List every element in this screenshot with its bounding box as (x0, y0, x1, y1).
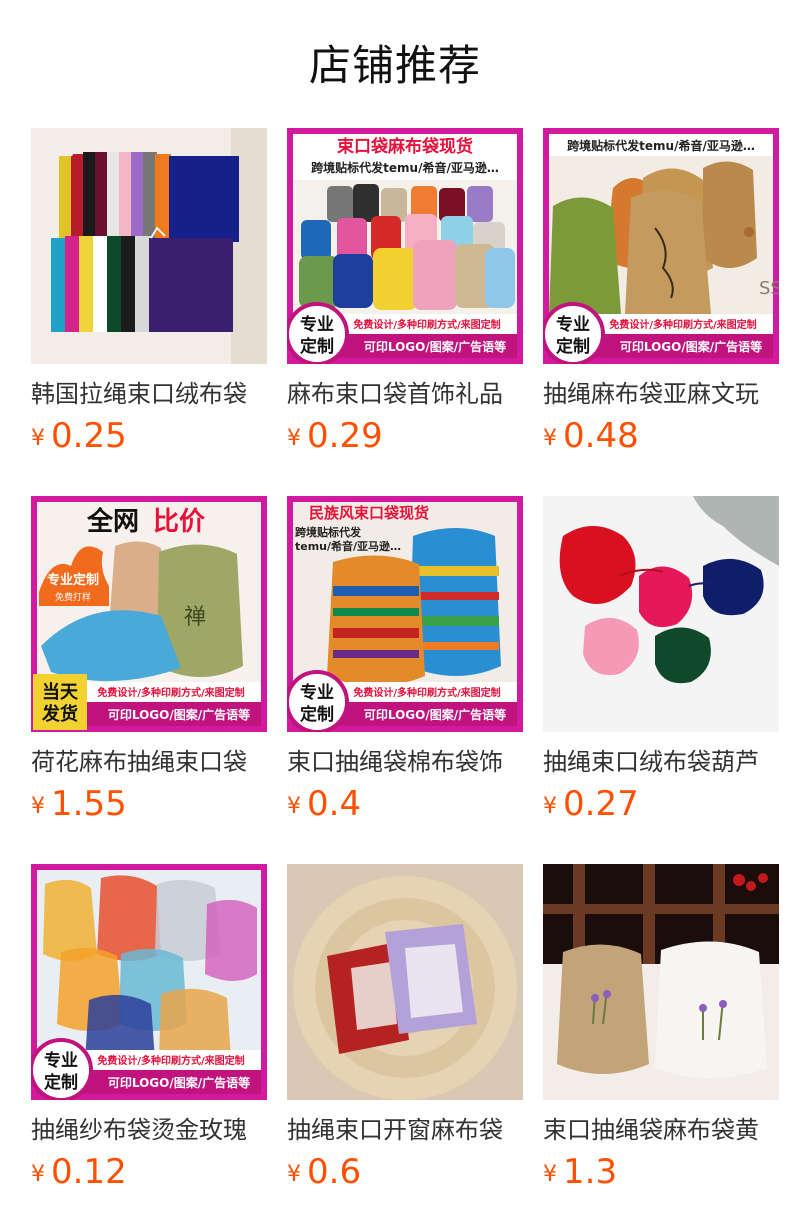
currency-symbol: ¥ (31, 426, 45, 451)
currency-symbol: ¥ (287, 426, 301, 451)
svg-text:专业: 专业 (44, 1050, 78, 1071)
banner-top-text: 民族风束口袋现货 (309, 504, 429, 522)
product-price: ¥0.29 (287, 414, 383, 458)
price-amount: 0.27 (563, 784, 639, 824)
linen-bags-photo: 跨境贴标代发temu/希音/亚马逊… SSC 免费设计/多种印刷方式/来图定制 … (543, 128, 779, 364)
banner-black-text: 全网 (86, 506, 139, 537)
product-name[interactable]: 抽绳束口开窗麻布袋 (287, 1112, 523, 1148)
product-card[interactable]: 全网 比价 专业定制 免费打样 禅 免费设计/多种印刷方式/来图定制 可印LOG… (31, 496, 267, 864)
product-image[interactable]: 免费设计/多种印刷方式/来图定制 可印LOGO/图案/广告语等 专业 定制 (31, 864, 267, 1100)
organza-bags-photo: 免费设计/多种印刷方式/来图定制 可印LOGO/图案/广告语等 专业 定制 (31, 864, 267, 1100)
banner-red-text: 比价 (153, 507, 206, 537)
product-price: ¥0.4 (287, 782, 361, 826)
price-amount: 1.3 (563, 1152, 618, 1192)
currency-symbol: ¥ (543, 426, 557, 451)
price-amount: 0.48 (563, 416, 639, 456)
product-name[interactable]: 抽绳麻布袋亚麻文玩 (543, 376, 779, 412)
strip-top-text: 免费设计/多种印刷方式/来图定制 (353, 686, 500, 699)
strip-top-text: 免费设计/多种印刷方式/来图定制 (97, 1054, 244, 1067)
product-card[interactable]: 束口袋麻布袋现货 跨境贴标代发temu/希音/亚马逊… 免费设计/多种印刷方式/… (287, 128, 523, 496)
strip-top-text: 免费设计/多种印刷方式/来图定制 (353, 318, 500, 331)
product-image[interactable]: 全网 比价 专业定制 免费打样 禅 免费设计/多种印刷方式/来图定制 可印LOG… (31, 496, 267, 732)
product-image[interactable] (31, 128, 267, 364)
svg-text:定制: 定制 (556, 336, 590, 357)
banner-sub2-text: temu/希音/亚马逊… (295, 539, 401, 553)
svg-text:发货: 发货 (41, 703, 78, 725)
product-name[interactable]: 束口抽绳袋棉布袋饰 (287, 744, 523, 780)
gourd-velvet-bags-photo (543, 496, 779, 732)
svg-text:专业: 专业 (300, 682, 334, 703)
product-price: ¥0.48 (543, 414, 639, 458)
product-name[interactable]: 抽绳纱布袋烫金玫瑰 (31, 1112, 267, 1148)
svg-text:定制: 定制 (300, 704, 334, 725)
product-grid: 韩国拉绳束口绒布袋 ¥0.25 束口袋麻布袋现货 跨境贴标代发temu/希音/亚… (31, 128, 779, 1232)
currency-symbol: ¥ (31, 794, 45, 819)
price-amount: 0.4 (307, 784, 362, 824)
product-card[interactable]: 跨境贴标代发temu/希音/亚马逊… SSC 免费设计/多种印刷方式/来图定制 … (543, 128, 779, 496)
product-image[interactable] (543, 864, 779, 1100)
banner-sub1-text: 跨境贴标代发 (295, 525, 362, 539)
section-title: 店铺推荐 (308, 41, 481, 90)
price-amount: 0.6 (307, 1152, 362, 1192)
product-image[interactable]: 束口袋麻布袋现货 跨境贴标代发temu/希音/亚马逊… 免费设计/多种印刷方式/… (287, 128, 523, 364)
product-card[interactable]: 抽绳束口开窗麻布袋 ¥0.6 (287, 864, 523, 1232)
strip-top-text: 免费设计/多种印刷方式/来图定制 (97, 686, 244, 699)
flame-sub-text: 免费打样 (55, 591, 91, 603)
banner-sub-text: 跨境贴标代发temu/希音/亚马逊… (311, 160, 499, 175)
product-price: ¥0.6 (287, 1150, 361, 1194)
window-bags-photo (287, 864, 523, 1100)
strip-bottom-text: 可印LOGO/图案/广告语等 (620, 339, 762, 354)
svg-text:专业: 专业 (556, 314, 590, 335)
lotus-bags-photo: 全网 比价 专业定制 免费打样 禅 免费设计/多种印刷方式/来图定制 可印LOG… (31, 496, 267, 732)
currency-symbol: ¥ (287, 1162, 301, 1187)
product-image[interactable] (543, 496, 779, 732)
strip-bottom-text: 可印LOGO/图案/广告语等 (364, 707, 506, 722)
currency-symbol: ¥ (543, 794, 557, 819)
strip-bottom-text: 可印LOGO/图案/广告语等 (108, 707, 250, 722)
product-image[interactable]: 跨境贴标代发temu/希音/亚马逊… SSC 免费设计/多种印刷方式/来图定制 … (543, 128, 779, 364)
price-amount: 1.55 (51, 784, 127, 824)
strip-bottom-text: 可印LOGO/图案/广告语等 (108, 1075, 250, 1090)
svg-text:当天: 当天 (42, 681, 79, 703)
strip-bottom-text: 可印LOGO/图案/广告语等 (364, 339, 506, 354)
product-card[interactable]: 束口抽绳袋麻布袋黄 ¥1.3 (543, 864, 779, 1232)
badge-line1: 专业 (300, 314, 334, 335)
product-name[interactable]: 束口抽绳袋麻布袋黄 (543, 1112, 779, 1148)
product-name[interactable]: 韩国拉绳束口绒布袋 (31, 376, 267, 412)
product-price: ¥0.12 (31, 1150, 127, 1194)
price-amount: 0.29 (307, 416, 383, 456)
svg-text:定制: 定制 (44, 1072, 78, 1093)
product-card[interactable]: 抽绳束口绒布袋葫芦 ¥0.27 (543, 496, 779, 864)
svg-text:SSC: SSC (759, 278, 779, 299)
banner-top-text: 束口袋麻布袋现货 (337, 136, 473, 157)
product-card[interactable]: 免费设计/多种印刷方式/来图定制 可印LOGO/图案/广告语等 专业 定制 抽绳… (31, 864, 267, 1232)
flame-text: 专业定制 (47, 572, 99, 588)
currency-symbol: ¥ (287, 794, 301, 819)
product-card[interactable]: 民族风束口袋现货 跨境贴标代发 temu/希音/亚马逊… 免费设计/多种印刷方式… (287, 496, 523, 864)
price-amount: 0.12 (51, 1152, 127, 1192)
badge-line2: 定制 (300, 336, 334, 357)
product-image[interactable] (287, 864, 523, 1100)
product-image[interactable]: 民族风束口袋现货 跨境贴标代发 temu/希音/亚马逊… 免费设计/多种印刷方式… (287, 496, 523, 732)
product-name[interactable]: 抽绳束口绒布袋葫芦 (543, 744, 779, 780)
product-price: ¥0.27 (543, 782, 639, 826)
product-name[interactable]: 荷花麻布抽绳束口袋 (31, 744, 267, 780)
velvet-bags-photo (31, 128, 267, 364)
product-price: ¥1.55 (31, 782, 127, 826)
price-amount: 0.25 (51, 416, 127, 456)
banner-sub-text: 跨境贴标代发temu/希音/亚马逊… (567, 138, 755, 153)
strip-top-text: 免费设计/多种印刷方式/来图定制 (609, 318, 756, 331)
currency-symbol: ¥ (543, 1162, 557, 1187)
product-price: ¥0.25 (31, 414, 127, 458)
product-price: ¥1.3 (543, 1150, 617, 1194)
product-name[interactable]: 麻布束口袋首饰礼品 (287, 376, 523, 412)
burlap-bags-photo: 束口袋麻布袋现货 跨境贴标代发temu/希音/亚马逊… 免费设计/多种印刷方式/… (287, 128, 523, 364)
lavender-bags-photo (543, 864, 779, 1100)
product-card[interactable]: 韩国拉绳束口绒布袋 ¥0.25 (31, 128, 267, 496)
bag-zen-text: 禅 (184, 605, 206, 630)
currency-symbol: ¥ (31, 1162, 45, 1187)
shop-recommendation-page: 店铺推荐 韩国拉绳束口绒布袋 ¥ 0.25 束口袋麻布袋现货 跨境贴标代发tem… (0, 0, 790, 1232)
ethnic-bags-photo: 民族风束口袋现货 跨境贴标代发 temu/希音/亚马逊… 免费设计/多种印刷方式… (287, 496, 523, 732)
